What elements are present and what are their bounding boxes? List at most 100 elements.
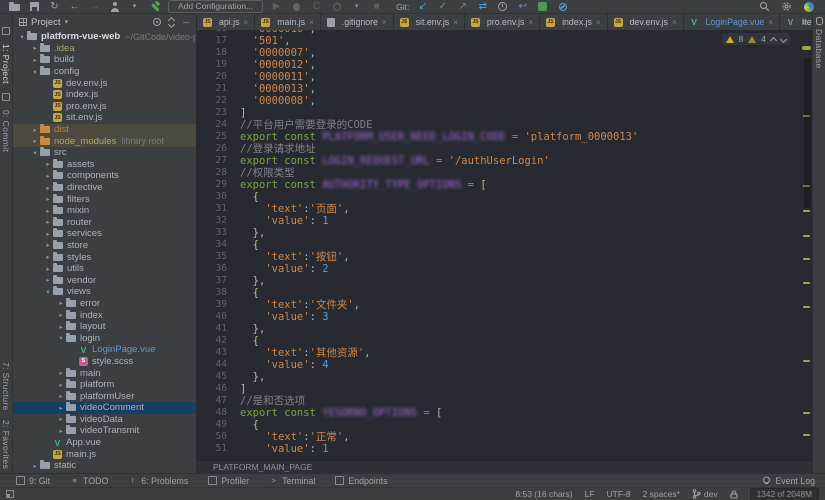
line-number[interactable]: 24 <box>197 119 240 131</box>
tree-item[interactable]: ▸node_moduleslibrary root <box>13 135 196 147</box>
tree-chevron-icon[interactable]: ▾ <box>30 68 40 76</box>
tree-item[interactable]: ▸directive <box>13 182 196 194</box>
commit-tool-icon[interactable] <box>2 93 10 101</box>
code-line[interactable]: 24//平台用户需要登录的CODE <box>197 119 800 131</box>
line-number[interactable]: 19 <box>197 59 240 71</box>
editor-tab[interactable]: JSsit.env.js× <box>394 14 465 30</box>
warning-stripe-mark[interactable] <box>803 306 810 308</box>
run-options-chevron-icon[interactable]: ▾ <box>350 1 363 13</box>
tree-chevron-icon[interactable]: ▸ <box>30 137 40 145</box>
code-line[interactable]: 46] <box>197 383 800 395</box>
tree-chevron-icon[interactable]: ▸ <box>43 253 53 261</box>
tree-chevron-icon[interactable]: ▸ <box>43 195 53 203</box>
memory-indicator[interactable]: 1342 of 2048M <box>750 488 819 500</box>
inspection-lamp-mark[interactable] <box>802 46 811 50</box>
close-icon[interactable]: × <box>596 18 601 27</box>
warning-stripe-mark[interactable] <box>803 235 810 237</box>
code-line[interactable]: 40 'value': 3 <box>197 311 800 323</box>
tree-chevron-icon[interactable]: ▸ <box>56 392 66 400</box>
code-line[interactable]: 20 '0000011', <box>197 71 800 83</box>
line-number[interactable]: 41 <box>197 323 240 335</box>
debug-icon[interactable] <box>290 1 303 13</box>
next-issue-icon[interactable] <box>780 35 787 42</box>
line-number[interactable]: 43 <box>197 347 240 359</box>
tree-chevron-icon[interactable]: ▸ <box>43 184 53 192</box>
code-line[interactable]: 18 '0000007', <box>197 47 800 59</box>
tree-chevron-icon[interactable]: ▸ <box>43 207 53 215</box>
run-with-profile-icon[interactable] <box>108 1 121 13</box>
tree-item[interactable]: ▸videoData <box>13 414 196 426</box>
code-line[interactable]: 22 '0000008', <box>197 95 800 107</box>
code-line[interactable]: 27export const LOGIN_REQUEST_URL = '/aut… <box>197 155 800 167</box>
tree-chevron-icon[interactable]: ▸ <box>56 381 66 389</box>
tree-item[interactable]: ▾login <box>13 332 196 344</box>
breadcrumb[interactable]: PLATFORM_MAIN_PAGE <box>197 460 812 473</box>
line-number[interactable]: 36 <box>197 263 240 275</box>
close-icon[interactable]: × <box>244 18 249 27</box>
line-number[interactable]: 44 <box>197 359 240 371</box>
git-undo-icon[interactable]: ↩ <box>516 1 529 13</box>
tree-item[interactable]: ▸utils <box>13 263 196 275</box>
warning-stripe-mark[interactable] <box>803 282 810 284</box>
tree-item[interactable]: JSmain.js <box>13 448 196 460</box>
code-line[interactable]: 28//权限类型 <box>197 167 800 179</box>
tree-item[interactable]: ▸router <box>13 217 196 229</box>
code-line[interactable]: 50 'text':'正常', <box>197 431 800 443</box>
tree-item[interactable]: ▸.idea <box>13 43 196 55</box>
close-icon[interactable]: × <box>382 18 387 27</box>
tool-button-profiler[interactable]: Profiler <box>208 476 249 486</box>
scrollbar-thumb[interactable] <box>804 58 811 208</box>
tree-chevron-icon[interactable]: ▸ <box>30 44 40 52</box>
code-line[interactable]: 25export const PLATFORM_USER_NEED_LOGIN_… <box>197 131 800 143</box>
code-editor[interactable]: 16 '0000010',17 '501',18 '0000007',19 '0… <box>197 30 812 460</box>
tool-button--git[interactable]: 9: Git <box>16 476 50 486</box>
tool-button-endpoints[interactable]: Endpoints <box>335 476 387 486</box>
code-line[interactable]: 26//登录请求地址 <box>197 143 800 155</box>
code-line[interactable]: 34 { <box>197 239 800 251</box>
line-number[interactable]: 40 <box>197 311 240 323</box>
tree-item[interactable]: ▸styles <box>13 251 196 263</box>
save-all-icon[interactable] <box>28 1 41 13</box>
editor-tab[interactable]: JSapi.js× <box>197 14 255 30</box>
code-line[interactable]: 37 }, <box>197 275 800 287</box>
code-line[interactable]: 44 'value': 4 <box>197 359 800 371</box>
tree-item[interactable]: ▸assets <box>13 159 196 171</box>
run-configuration-select[interactable]: Add Configuration... <box>168 0 263 13</box>
tool-button-commit[interactable]: 0: Commit <box>1 110 11 152</box>
tree-chevron-icon[interactable]: ▸ <box>30 126 40 134</box>
line-number[interactable]: 42 <box>197 335 240 347</box>
line-number[interactable]: 37 <box>197 275 240 287</box>
line-number[interactable]: 18 <box>197 47 240 59</box>
line-number[interactable]: 46 <box>197 383 240 395</box>
chevron-down-icon[interactable]: ▾ <box>65 18 69 26</box>
line-number[interactable]: 17 <box>197 35 240 47</box>
tree-item[interactable]: ▸services <box>13 228 196 240</box>
git-branch-widget[interactable]: dev <box>692 489 718 499</box>
tree-item[interactable]: ▾src <box>13 147 196 159</box>
coverage-icon[interactable]: C <box>310 1 323 13</box>
tree-chevron-icon[interactable]: ▸ <box>43 265 53 273</box>
line-number[interactable]: 23 <box>197 107 240 119</box>
line-number[interactable]: 38 <box>197 287 240 299</box>
event-log-button[interactable]: Event Log <box>762 476 815 486</box>
tree-item[interactable]: ▸platformUser <box>13 390 196 402</box>
tool-button-database[interactable]: Database <box>814 29 824 69</box>
code-line[interactable]: 39 'text':'文件夹', <box>197 299 800 311</box>
open-project-icon[interactable] <box>8 1 21 13</box>
tree-chevron-icon[interactable]: ▸ <box>56 369 66 377</box>
line-number[interactable]: 49 <box>197 419 240 431</box>
tree-chevron-icon[interactable]: ▸ <box>43 230 53 238</box>
tree-item[interactable]: JSsit.env.js <box>13 112 196 124</box>
tree-item[interactable]: ▸static <box>13 460 196 472</box>
tree-item[interactable]: VLoginPage.vue <box>13 344 196 356</box>
code-line[interactable]: 32 'value': 1 <box>197 215 800 227</box>
line-number[interactable]: 39 <box>197 299 240 311</box>
readonly-toggle[interactable] <box>730 490 738 499</box>
code-line[interactable]: 29export const AUTHORITY_TYPE_OPTIONS = … <box>197 179 800 191</box>
caret-position[interactable]: 8:53 (16 chars) <box>515 489 572 499</box>
code-line[interactable]: 36 'value': 2 <box>197 263 800 275</box>
line-separator[interactable]: LF <box>585 489 595 499</box>
code-line[interactable]: 33 }, <box>197 227 800 239</box>
editor-tab[interactable]: JSpro.env.js× <box>465 14 540 30</box>
code-line[interactable]: 43 'text':'其他资源', <box>197 347 800 359</box>
